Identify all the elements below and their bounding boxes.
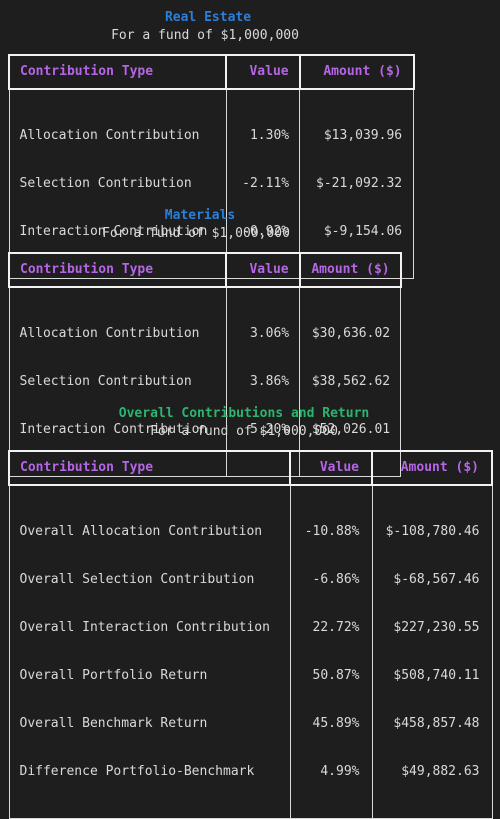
header-value: Value	[225, 252, 301, 288]
overall-table: Contribution Type Value Amount ($) Overa…	[8, 450, 493, 819]
row-value: 3.06%	[249, 326, 290, 341]
row-label: Overall Interaction Contribution	[19, 620, 270, 635]
row-label: Allocation Contribution	[19, 128, 200, 143]
row-amount: $38,562.62	[311, 374, 391, 389]
header-value: Value	[289, 450, 373, 486]
row-value: 45.89%	[312, 716, 360, 731]
row-value: 1.30%	[249, 128, 290, 143]
table-body-row: Allocation Contribution Selection Contri…	[8, 88, 415, 279]
section-subtitle: For a fund of $1,000,000	[102, 226, 290, 241]
table-body-row: Overall Allocation Contribution Overall …	[8, 484, 493, 819]
row-label: Allocation Contribution	[19, 326, 200, 341]
row-label: Selection Contribution	[19, 176, 192, 191]
row-label: Difference Portfolio-Benchmark	[19, 764, 255, 779]
row-amount: $458,857.48	[393, 716, 480, 731]
header-amount: Amount ($)	[371, 450, 493, 486]
header-contribution-type: Contribution Type	[8, 54, 227, 90]
header-contribution-type: Contribution Type	[8, 450, 291, 486]
table-header-row: Contribution Type Value Amount ($)	[8, 252, 402, 288]
header-contribution-type: Contribution Type	[8, 252, 227, 288]
table-header-row: Contribution Type Value Amount ($)	[8, 54, 415, 90]
table-header-row: Contribution Type Value Amount ($)	[8, 450, 493, 486]
row-value: -10.88%	[304, 524, 360, 539]
row-label: Overall Benchmark Return	[19, 716, 208, 731]
section-subtitle: For a fund of $1,000,000	[111, 28, 299, 43]
row-amount: $30,636.02	[311, 326, 391, 341]
table-body-row: Allocation Contribution Selection Contri…	[8, 286, 402, 477]
row-amount: $-68,567.46	[393, 572, 480, 587]
row-amount: $13,039.96	[323, 128, 403, 143]
row-value: 50.87%	[312, 668, 360, 683]
section-title: Materials	[164, 208, 236, 223]
row-amount: $-108,780.46	[385, 524, 480, 539]
real-estate-table: Contribution Type Value Amount ($) Alloc…	[8, 54, 415, 279]
materials-table: Contribution Type Value Amount ($) Alloc…	[8, 252, 402, 477]
row-value: 3.86%	[249, 374, 290, 389]
row-amount: $227,230.55	[393, 620, 480, 635]
row-amount: $508,740.11	[393, 668, 480, 683]
row-value: -6.86%	[312, 572, 360, 587]
header-amount: Amount ($)	[298, 252, 402, 288]
row-label: Overall Selection Contribution	[19, 572, 255, 587]
section-title: Real Estate	[164, 10, 252, 25]
row-value: 22.72%	[312, 620, 360, 635]
row-value: -2.11%	[242, 176, 290, 191]
row-label: Selection Contribution	[19, 374, 192, 389]
row-label: Overall Allocation Contribution	[19, 524, 263, 539]
row-amount: $-21,092.32	[316, 176, 403, 191]
section-title: Overall Contributions and Return	[118, 406, 370, 421]
section-subtitle: For a fund of $1,000,000	[150, 424, 338, 439]
row-amount: $49,882.63	[401, 764, 480, 779]
header-value: Value	[225, 54, 301, 90]
header-amount: Amount ($)	[298, 54, 415, 90]
row-value: 4.99%	[320, 764, 360, 779]
row-label: Overall Portfolio Return	[19, 668, 208, 683]
